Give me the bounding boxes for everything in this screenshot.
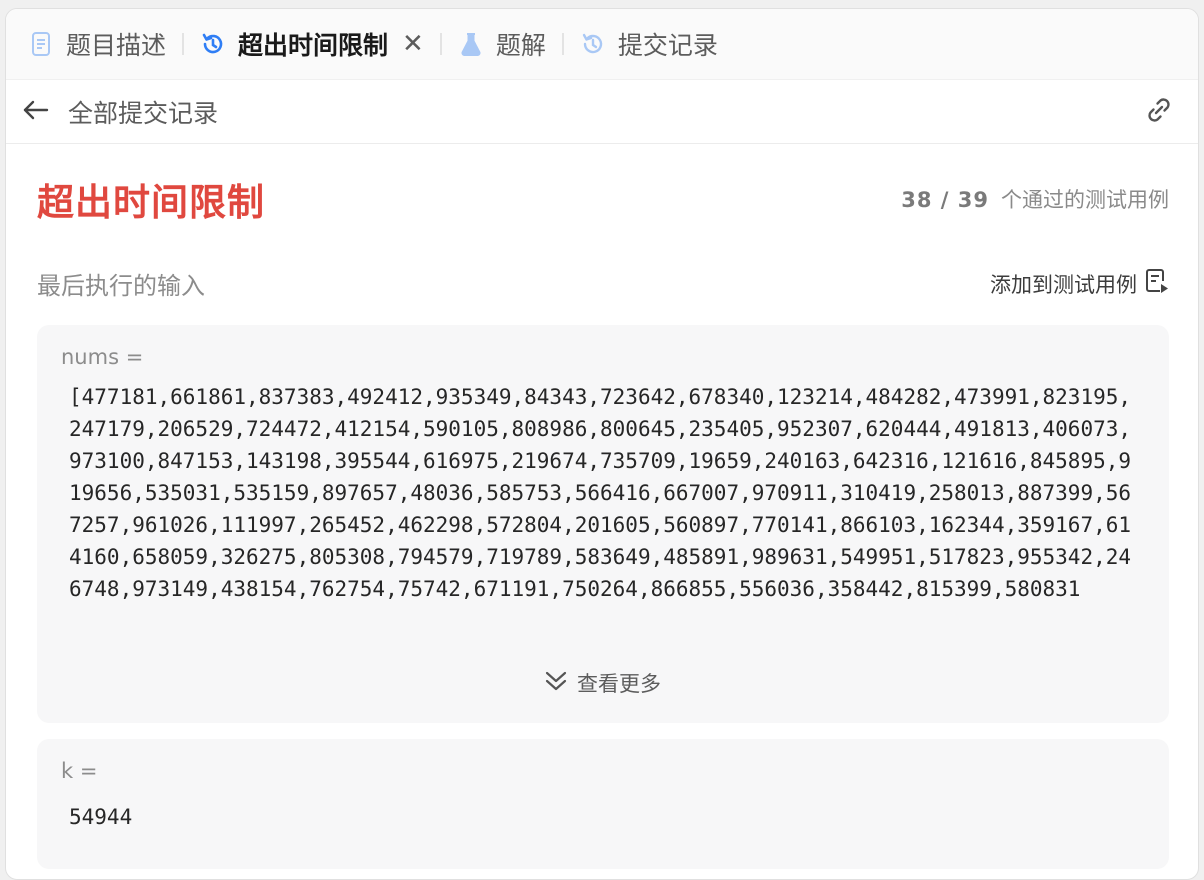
param-name: nums = <box>61 345 144 369</box>
param-k: k = 54944 <box>37 739 1169 869</box>
param-value: [477181,661861,837383,492412,935349,8434… <box>69 385 1132 601</box>
link-icon[interactable] <box>1142 93 1176 131</box>
history-icon <box>200 31 226 57</box>
tab-submissions[interactable]: 提交记录 <box>580 26 718 62</box>
tab-label: 提交记录 <box>617 31 718 60</box>
tab-solutions[interactable]: 题解 <box>458 26 546 62</box>
passed-count: 38 / 39 <box>901 188 989 212</box>
passed-suffix: 个通过的测试用例 <box>1001 188 1169 212</box>
param-name: k = <box>61 759 98 783</box>
add-to-testcase-button[interactable]: 添加到测试用例 <box>990 267 1169 300</box>
result-summary: 超出时间限制 38 / 39 个通过的测试用例 <box>37 172 1169 226</box>
close-icon[interactable]: ✕ <box>402 29 424 59</box>
tab-label: 题目描述 <box>66 31 167 60</box>
add-testcase-label: 添加到测试用例 <box>990 272 1137 297</box>
tab-description[interactable]: 题目描述 <box>28 26 166 62</box>
arrow-left-icon <box>22 98 50 126</box>
status-title: 超出时间限制 <box>37 181 265 224</box>
tab-divider <box>439 33 442 55</box>
back-to-all-submissions[interactable]: 全部提交记录 <box>22 94 218 130</box>
history-icon <box>580 31 606 57</box>
last-input-title: 最后执行的输入 <box>37 272 205 300</box>
tab-label: 超出时间限制 <box>238 31 389 60</box>
tab-label: 题解 <box>495 31 546 60</box>
view-more-button[interactable]: 查看更多 <box>37 668 1169 698</box>
tab-bar: 题目描述 超出时间限制 ✕ 题解 提交记录 <box>6 9 1198 80</box>
result-content: 超出时间限制 38 / 39 个通过的测试用例 最后执行的输入 添加到测试用例 n… <box>6 172 1198 869</box>
flask-icon <box>458 31 484 57</box>
submission-panel: 题目描述 超出时间限制 ✕ 题解 提交记录 全部提交记录 超出时间限制 38 /… <box>5 8 1199 880</box>
double-chevron-down-icon <box>545 669 577 698</box>
add-testcase-icon <box>1137 267 1169 300</box>
tab-time-limit-exceeded[interactable]: 超出时间限制 ✕ <box>200 26 424 62</box>
param-nums: nums = [477181,661861,837383,492412,9353… <box>37 325 1169 723</box>
passed-testcases: 38 / 39 个通过的测试用例 <box>901 184 1169 214</box>
submission-header: 全部提交记录 <box>6 80 1198 144</box>
param-value: 54944 <box>69 805 133 829</box>
last-input-header: 最后执行的输入 添加到测试用例 <box>37 266 1169 301</box>
view-more-label: 查看更多 <box>577 672 661 696</box>
tab-divider <box>182 33 185 55</box>
document-icon <box>28 31 54 57</box>
back-label: 全部提交记录 <box>68 98 219 128</box>
tab-divider <box>561 33 564 55</box>
